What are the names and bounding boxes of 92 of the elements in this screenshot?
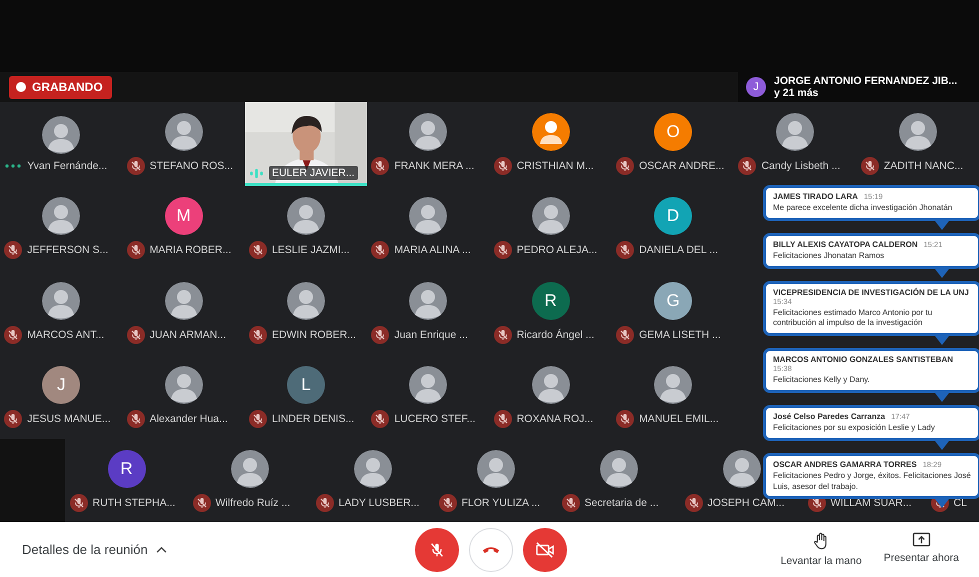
avatar: M [164,197,203,236]
participant-name: WILLAM SUAR... [830,496,912,508]
participant-name: JESUS MANUE... [27,412,111,425]
participant-name: ROXANA ROJ... [516,412,594,425]
avatar: O [654,113,692,152]
participant-name: MARCOS ANT... [27,328,104,341]
participant-name: CRISTHIAN M... [516,160,594,172]
chat-message: Felicitaciones estimado Marco Antonio por tu contribución al impulso de la investigación [773,308,934,330]
chat-message: Felicitaciones por su exposición Leslie y Lady [773,422,936,434]
presenter-avatar: J [746,77,766,97]
participant-name: STEFANO ROS... [150,160,233,172]
avatar-icon [354,450,392,488]
mic-off-button[interactable] [415,528,459,572]
participant-count: y 21 más [774,87,820,99]
avatar-icon [898,113,937,152]
avatar-icon [164,113,203,152]
participant-name: Ricardo Ángel ... [516,328,594,341]
participant-name: Juan Enrique ... [394,328,468,341]
participant-name: LINDER DENIS... [272,412,354,425]
avatar: J [42,366,80,404]
hang-up-button[interactable] [469,528,513,572]
camera-off-button[interactable] [523,528,567,572]
avatar-icon [654,366,692,404]
avatar-icon [230,450,268,488]
present-screen-icon [912,532,931,547]
chat-sender: MARCOS ANTONIO GONZALES SANTISTEBAN [773,355,954,364]
avatar-icon [42,197,80,236]
chat-sender: BILLY ALEXIS CAYATOPA CALDERON [773,240,918,249]
avatar-icon [409,197,448,236]
participant-name: FLOR YULIZA ... [462,496,540,508]
participant-name: MANUEL EMIL... [639,412,719,425]
chat-sender: JAMES TIRADO LARA [773,192,858,201]
mic-off-icon [428,540,446,558]
participant-name: RUTH STEPHA... [92,496,176,508]
present-now-button[interactable]: Presentar ahora [880,530,963,569]
raise-hand-button[interactable]: Levantar la mano [776,530,866,569]
presenter-chip[interactable]: J JORGE ANTONIO FERNANDEZ JIB... y 21 más [738,72,979,102]
participant-name: EULER JAVIER... [268,166,358,180]
caret-icon [156,546,167,553]
chat-message: Felicitaciones Pedro y Jorge, éxitos. Felicitaciones José Luis, asesor del trabajo. [773,470,971,492]
avatar: L [286,366,325,404]
participant-name: MARIA ALINA ... [394,244,471,256]
participant-name: Alexander Hua... [150,412,228,425]
avatar-icon [164,366,203,404]
presenter-name: JORGE ANTONIO FERNANDEZ JIB... [774,75,958,87]
avatar: R [108,450,146,488]
participant-name: JUAN ARMAN... [150,328,226,341]
chat-message: Felicitaciones Kelly y Dany. [773,375,871,386]
participant-name: FRANK MERA ... [394,160,474,172]
avatar-icon [42,116,80,154]
camera-off-icon [535,540,555,558]
participant-name: Wilfredo Ruíz ... [216,496,290,508]
participant-name: DANIELA DEL ... [639,244,718,256]
participant-name: LADY LUSBER... [338,496,420,508]
avatar-icon [409,282,448,320]
chat-sender: José Celso Paredes Carranza [773,412,886,421]
participant-name: LUCERO STEF... [394,412,476,425]
recording-label: GRABANDO [32,80,103,94]
avatar: D [654,197,692,236]
avatar-icon [476,450,514,488]
participant-name: EDWIN ROBER... [272,328,356,341]
avatar-icon [776,113,814,152]
recording-dot-icon [16,82,26,92]
avatar: G [654,282,692,320]
chat-sender: VICEPRESIDENCIA DE INVESTIGACIÓN DE LA UNJ [773,288,969,297]
avatar-icon [600,450,638,488]
participant-name: Candy Lisbeth ... [761,160,840,172]
participant-name: ZADITH NANC... [884,160,964,172]
participant-name: LESLIE JAZMI... [272,244,350,256]
participant-name: CL [954,496,967,508]
participant-name: OSCAR ANDRE... [639,160,724,172]
participant-name: JEFFERSON S... [27,244,108,256]
avatar-icon [409,366,448,404]
avatar-icon [722,450,760,488]
participant-name: MARIA ROBER... [150,244,232,256]
participant-name: Secretaria de ... [584,496,659,508]
avatar-icon [532,197,570,236]
meeting-details-button[interactable]: Detalles de la reunión [14,534,404,565]
avatar-icon [532,366,570,404]
avatar-icon [286,197,325,236]
participant-name: JOSEPH CAM... [708,496,785,508]
avatar-icon [164,282,203,320]
avatar-icon [409,113,448,152]
participant-name: GEMA LISETH ... [639,328,721,341]
avatar-icon [42,282,80,320]
chat-message: Felicitaciones Jhonatan Ramos [773,250,886,262]
participant-name: Yvan Fernánde... [27,160,108,172]
avatar: R [532,282,570,320]
chat-sender: OSCAR ANDRES GAMARRA TORRES [773,460,917,469]
participant-name: PEDRO ALEJA... [516,244,598,256]
avatar-icon [286,282,325,320]
chat-message: Me parece excelente dicha investigación Jhonatán [773,203,954,214]
